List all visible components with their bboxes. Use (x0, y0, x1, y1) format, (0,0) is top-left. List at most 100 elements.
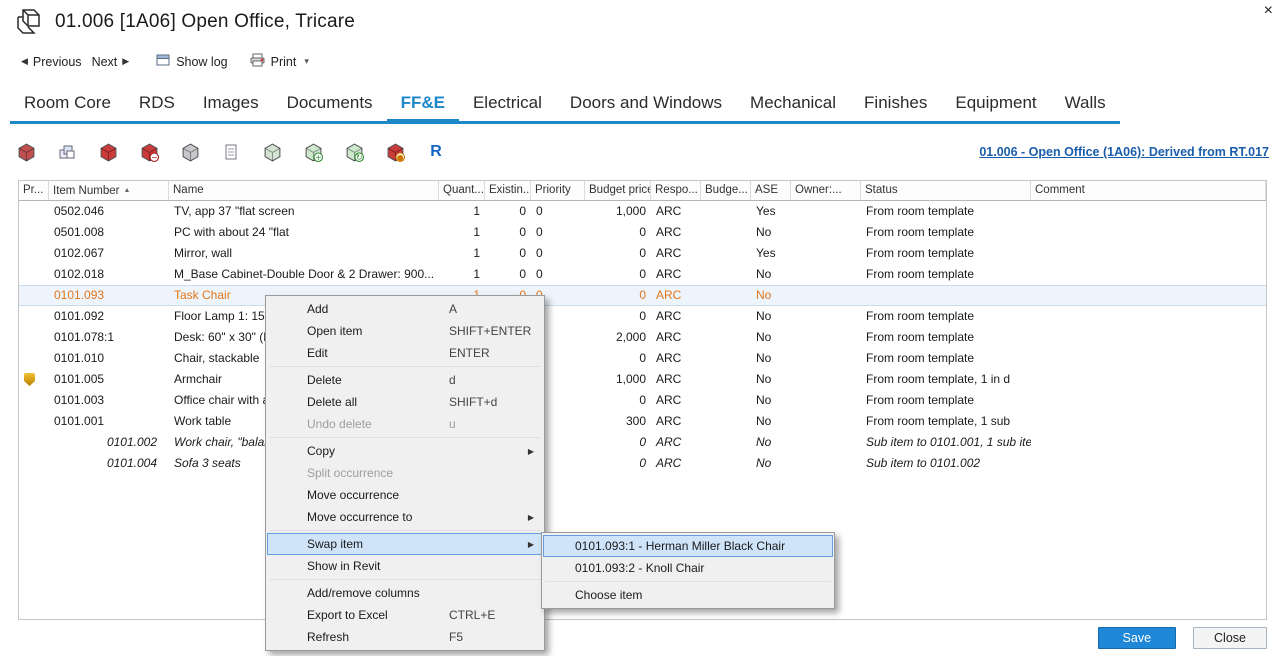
app-logo-icon (14, 8, 42, 35)
show-log-button[interactable]: Show log (156, 53, 227, 70)
close-button[interactable]: Close (1193, 627, 1267, 649)
menu-item-label: Export to Excel (307, 608, 449, 622)
save-button[interactable]: Save (1098, 627, 1177, 649)
document-icon[interactable] (221, 142, 241, 162)
submenu-item-0101-093-2-knoll-chair[interactable]: 0101.093:2 - Knoll Chair (543, 557, 833, 579)
cell-item-number: 0101.010 (49, 348, 169, 369)
column-header-name[interactable]: Name (169, 181, 439, 200)
cell-pr (19, 432, 49, 453)
cell-ase: Yes (751, 243, 791, 264)
tab-documents[interactable]: Documents (273, 84, 387, 121)
column-header-respo[interactable]: Respo... (651, 181, 701, 200)
submenu-item-choose-item[interactable]: Choose item (543, 584, 833, 606)
column-header-quant[interactable]: Quant... (439, 181, 485, 200)
add-item-icon[interactable]: + (303, 142, 323, 162)
column-header-priority[interactable]: Priority (531, 181, 585, 200)
window-close-button[interactable]: × (1264, 3, 1273, 19)
cell-responsible: ARC (651, 348, 701, 369)
menu-item-delete-all[interactable]: Delete allSHIFT+d (267, 391, 543, 413)
column-header-owner[interactable]: Owner:... (791, 181, 861, 200)
column-header-comment[interactable]: Comment (1031, 181, 1266, 200)
table-row-0101-002[interactable]: 0101.002Work chair, "balance"0ARCNoSub i… (19, 432, 1266, 453)
remove-occurrence-icon[interactable]: − (139, 142, 159, 162)
tab-doors-and-windows[interactable]: Doors and Windows (556, 84, 736, 121)
tab-ff-e[interactable]: FF&E (387, 84, 459, 121)
next-arrow-icon[interactable]: ▶ (122, 56, 129, 67)
delete-occurrence-icon[interactable]: ● (385, 142, 405, 162)
next-button[interactable]: Next (92, 55, 118, 69)
replace-item-icon[interactable]: ↻ (344, 142, 364, 162)
cell-budget-price: 0 (585, 453, 651, 474)
revit-icon[interactable]: R (426, 142, 446, 162)
tab-rds[interactable]: RDS (125, 84, 189, 121)
table-row-0102-067[interactable]: 0102.067Mirror, wall1000ARCYesFrom room … (19, 243, 1266, 264)
tab-images[interactable]: Images (189, 84, 273, 121)
menu-item-move-occurrence[interactable]: Move occurrence (267, 484, 543, 506)
cell-ase: No (751, 369, 791, 390)
tab-walls[interactable]: Walls (1051, 84, 1120, 121)
tab-electrical[interactable]: Electrical (459, 84, 556, 121)
print-button[interactable]: Print ▾ (250, 53, 309, 70)
submenu-item-0101-093-1-herman-miller-black-chair[interactable]: 0101.093:1 - Herman Miller Black Chair (543, 535, 833, 557)
priority-flag-icon (24, 373, 35, 386)
inactive-item-icon[interactable] (180, 142, 200, 162)
context-menu: AddAOpen itemSHIFT+ENTEREditENTER Deleted… (265, 295, 545, 651)
cell-item-number: 0102.067 (49, 243, 169, 264)
occurrence-icon[interactable] (98, 142, 118, 162)
menu-item-open-item[interactable]: Open itemSHIFT+ENTER (267, 320, 543, 342)
table-row-0101-092[interactable]: 0101.092Floor Lamp 1: 150 w0ARCNoFrom ro… (19, 306, 1266, 327)
menu-item-swap-item[interactable]: Swap item▶ (267, 533, 543, 555)
table-row-0101-078-1[interactable]: 0101.078:1Desk: 60" x 30" (Lef2,000ARCNo… (19, 327, 1266, 348)
table-row-0101-001[interactable]: 0101.001Work table300ARCNoFrom room temp… (19, 411, 1266, 432)
table-row-0101-010[interactable]: 0101.010Chair, stackable0ARCNoFrom room … (19, 348, 1266, 369)
menu-item-label: Undo delete (307, 417, 449, 431)
cell-ase: No (751, 327, 791, 348)
menu-item-copy[interactable]: Copy▶ (267, 440, 543, 462)
menu-item-delete[interactable]: Deleted (267, 369, 543, 391)
table-row-0102-018[interactable]: 0102.018M_Base Cabinet-Double Door & 2 D… (19, 264, 1266, 285)
cell-existing: 0 (485, 201, 531, 222)
menu-item-move-occurrence-to[interactable]: Move occurrence to▶ (267, 506, 543, 528)
table-row-0502-046[interactable]: 0502.046TV, app 37 "flat screen1001,000A… (19, 201, 1266, 222)
cell-ase: No (751, 306, 791, 327)
previous-arrow-icon[interactable]: ◀ (21, 56, 28, 67)
menu-item-add[interactable]: AddA (267, 298, 543, 320)
tab-finishes[interactable]: Finishes (850, 84, 941, 121)
table-row-0101-005[interactable]: 0101.005Armchair1,000ARCNoFrom room temp… (19, 369, 1266, 390)
column-header-ase[interactable]: ASE (751, 181, 791, 200)
column-header-pr[interactable]: Pr... (19, 181, 49, 200)
cell-ase: No (751, 348, 791, 369)
table-row-0501-008[interactable]: 0501.008PC with about 24 "flat1000ARCNoF… (19, 222, 1266, 243)
derived-from-template-link[interactable]: 01.006 - Open Office (1A06): Derived fro… (979, 145, 1269, 159)
item-icon[interactable] (16, 142, 36, 162)
table-row-0101-003[interactable]: 0101.003Office chair with ar0ARCNoFrom r… (19, 390, 1266, 411)
item-list-icon[interactable] (57, 142, 77, 162)
submenu-arrow-icon: ▶ (528, 513, 534, 522)
column-header-budge[interactable]: Budge... (701, 181, 751, 200)
column-header-status[interactable]: Status (861, 181, 1031, 200)
print-dropdown-caret-icon[interactable]: ▾ (304, 56, 309, 67)
column-header-existin[interactable]: Existin... (485, 181, 531, 200)
svg-text:●: ● (396, 153, 403, 162)
menu-item-refresh[interactable]: RefreshF5 (267, 626, 543, 648)
menu-item-show-in-revit[interactable]: Show in Revit (267, 555, 543, 577)
tab-mechanical[interactable]: Mechanical (736, 84, 850, 121)
menu-item-export-to-excel[interactable]: Export to ExcelCTRL+E (267, 604, 543, 626)
cell-responsible: ARC (651, 411, 701, 432)
template-item-icon[interactable] (262, 142, 282, 162)
tab-equipment[interactable]: Equipment (941, 84, 1050, 121)
cell-comment (1031, 264, 1266, 285)
menu-item-edit[interactable]: EditENTER (267, 342, 543, 364)
print-icon (250, 53, 265, 70)
cell-budget (701, 369, 751, 390)
column-header-budget-price[interactable]: Budget price (585, 181, 651, 200)
table-row-0101-093[interactable]: 0101.093Task Chair1000ARCNo (19, 285, 1266, 306)
submenu-item-label: Choose item (575, 588, 642, 602)
column-header-item-number[interactable]: Item Number▲ (49, 181, 169, 200)
swap-item-submenu: 0101.093:1 - Herman Miller Black Chair01… (541, 532, 835, 609)
menu-item-add-remove-columns[interactable]: Add/remove columns (267, 582, 543, 604)
tab-room-core[interactable]: Room Core (10, 84, 125, 121)
previous-button[interactable]: Previous (33, 55, 82, 69)
cell-status: From room template (861, 222, 1031, 243)
table-row-0101-004[interactable]: 0101.004Sofa 3 seats0ARCNoSub item to 01… (19, 453, 1266, 474)
